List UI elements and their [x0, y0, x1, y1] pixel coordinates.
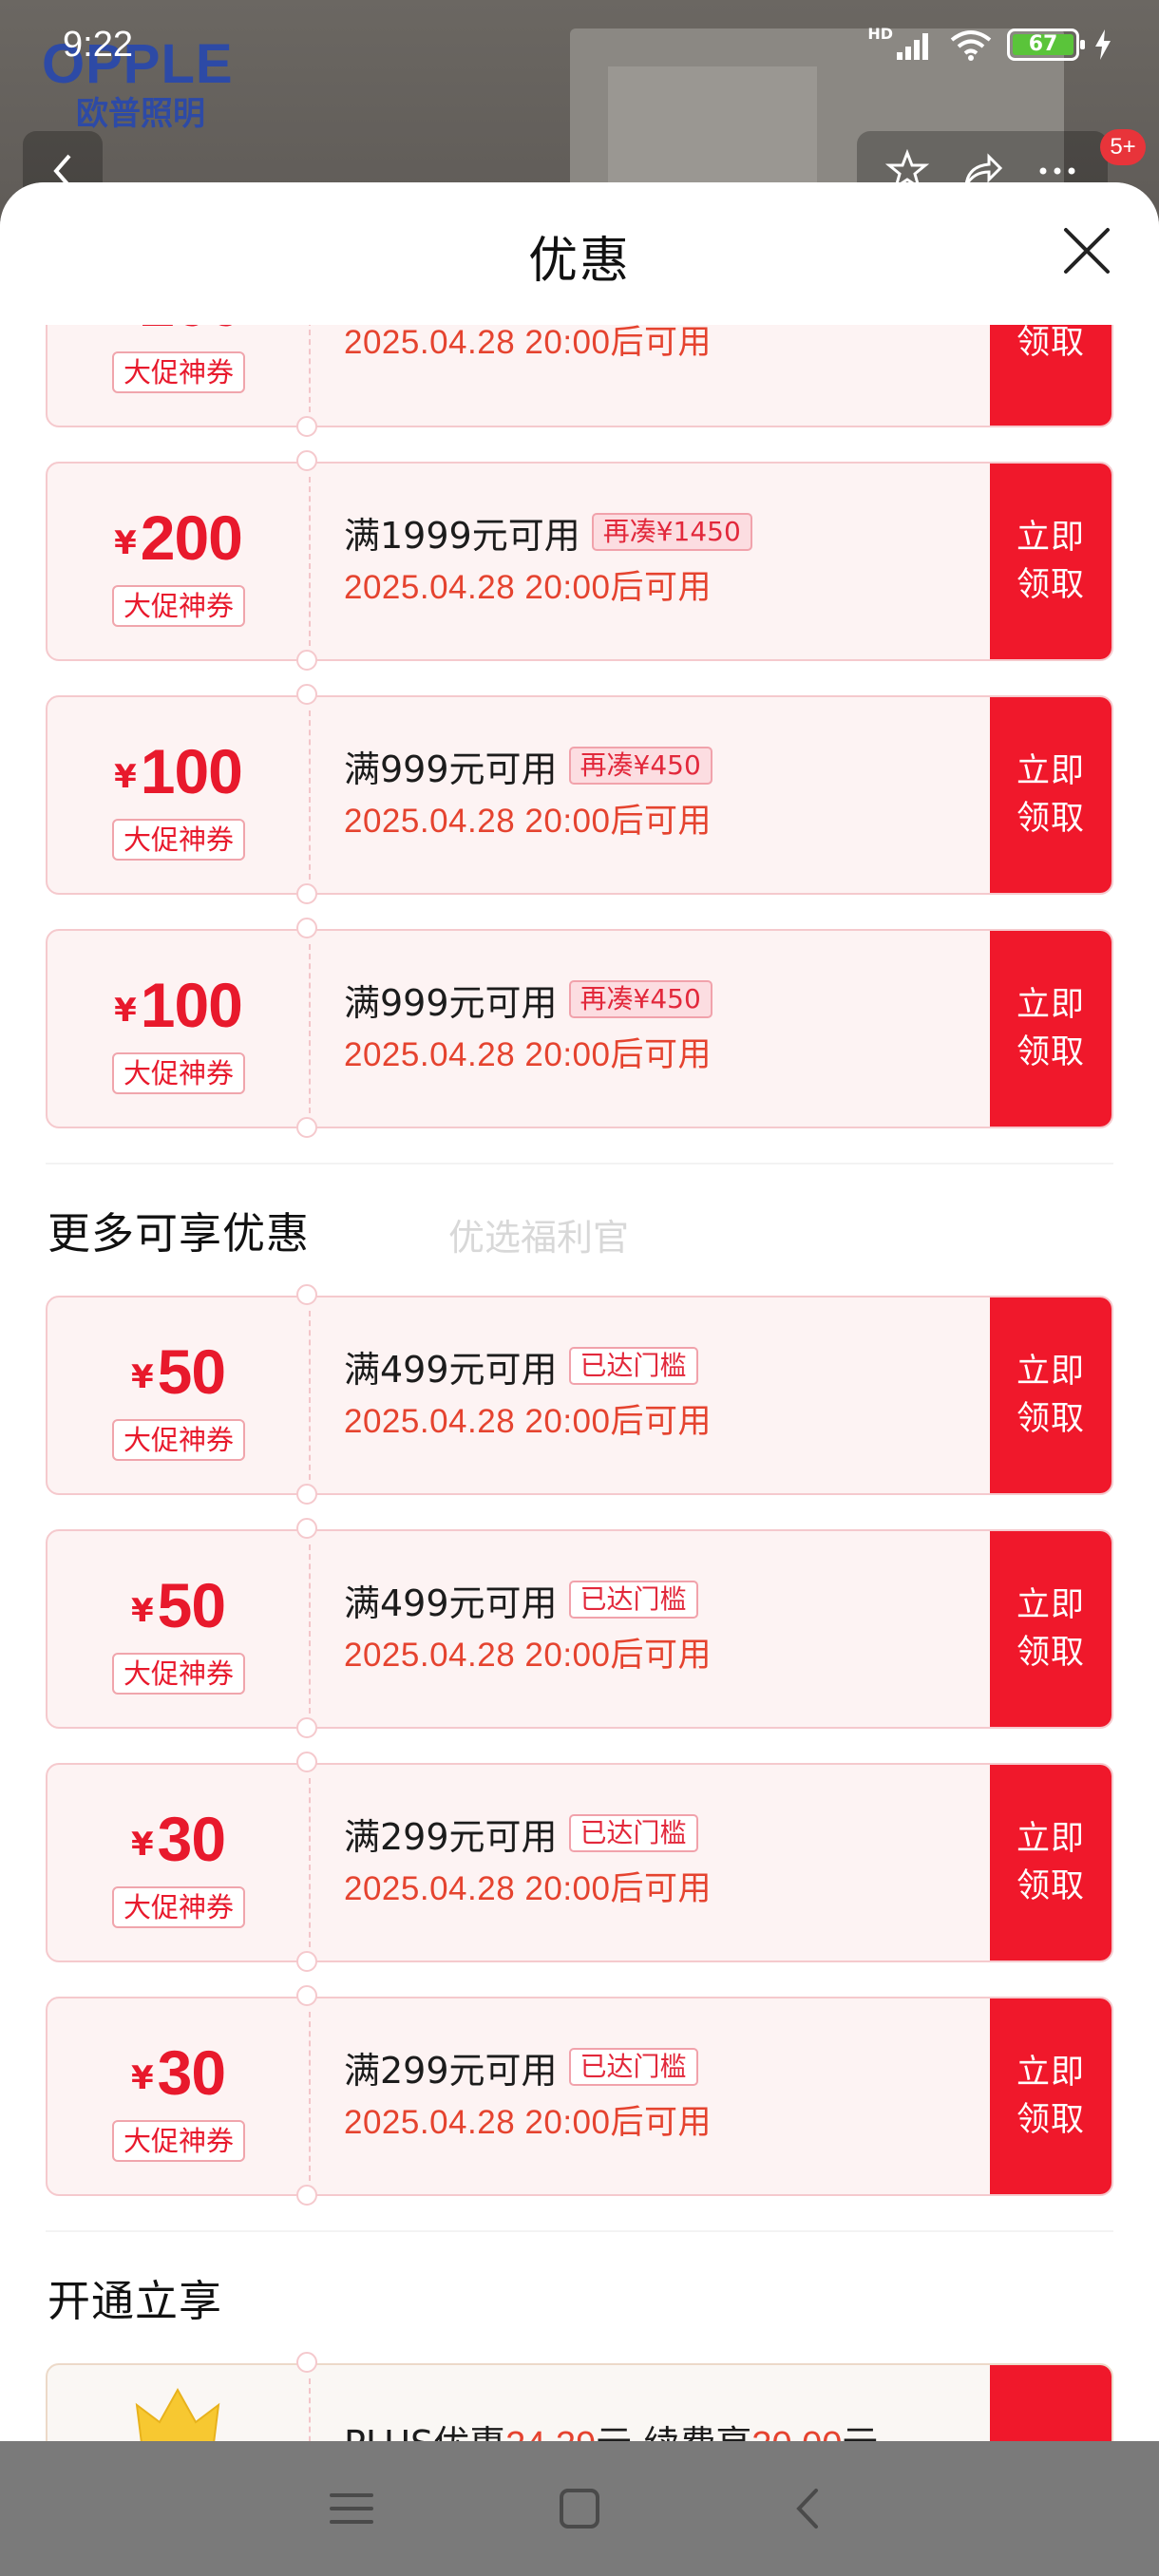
sheet-title: 优惠: [527, 233, 631, 290]
coupon-type-tag: 大促神券: [112, 585, 245, 627]
more-icon[interactable]: [1036, 161, 1079, 180]
claim-button[interactable]: 立即 领取: [990, 464, 1112, 659]
coupon-condition: 满999元可用: [344, 981, 558, 1024]
threshold-reached-tag: 已达门槛: [568, 1814, 698, 1852]
coupon-divider: [309, 1778, 311, 1947]
coupon-card: ¥100 大促神券 满999元可用 再凑¥450 2025.04.28 20:0…: [46, 684, 1113, 904]
threshold-reached-tag: 已达门槛: [568, 1347, 698, 1385]
home-button[interactable]: [542, 2471, 618, 2547]
coupon-condition: 满299元可用: [344, 1815, 558, 1858]
coupon-condition: 满999元可用: [344, 748, 558, 790]
coupon-date: 2025.04.28 20:00后可用: [344, 803, 712, 840]
coupon-sheet: ¥200 大促神券 2025.04.28 20:00后可用 领取 ¥200 大促…: [0, 182, 1159, 2441]
coupon-condition: 满499元可用: [344, 1348, 558, 1391]
section-title-more: 更多可享优惠: [48, 1208, 311, 1259]
coupon-date: 2025.04.28 20:00后可用: [344, 569, 712, 606]
coupon-type-tag: 大促神券: [112, 1653, 245, 1695]
coupon-amount: ¥50: [130, 1570, 226, 1640]
coupon-card: ¥200 大促神券 满1999元可用 再凑¥1450 2025.04.28 20…: [46, 450, 1113, 671]
menu-button[interactable]: [314, 2471, 390, 2547]
plus-card: PLUS优惠24.39元 续费享30.00元 立即: [46, 2352, 1113, 2441]
coupon-date: 2025.04.28 20:00后可用: [344, 2104, 712, 2141]
claim-button[interactable]: 立即 领取: [990, 931, 1112, 1127]
plus-offer-text: PLUS优惠24.39元 续费享30.00元: [344, 2415, 878, 2441]
top-up-tag: 再凑¥450: [568, 980, 712, 1018]
coupon-amount: ¥100: [114, 736, 243, 806]
battery-level: 67: [1013, 34, 1074, 55]
claim-button[interactable]: 立即 领取: [990, 697, 1112, 893]
coupon-list[interactable]: ¥200 大促神券 2025.04.28 20:00后可用 领取 ¥200 大促…: [0, 182, 1159, 2441]
back-nav-button[interactable]: [770, 2471, 846, 2547]
threshold-reached-tag: 已达门槛: [568, 1581, 698, 1619]
coupon-date: 2025.04.28 20:00后可用: [344, 1036, 712, 1073]
charging-bolt-icon: [1095, 29, 1111, 60]
coupon-type-tag: 大促神券: [112, 1419, 245, 1461]
coupon-divider: [309, 944, 311, 1113]
coupon-divider: [309, 710, 311, 880]
section-separator: [46, 1163, 1113, 1165]
coupon-date: 2025.04.28 20:00后可用: [344, 1403, 712, 1440]
coupon-amount: ¥30: [130, 1804, 226, 1874]
coupon-type-tag: 大促神券: [112, 1052, 245, 1094]
claim-button[interactable]: 立即 领取: [990, 1297, 1112, 1493]
back-arrow-icon: [796, 2489, 818, 2529]
coupon-condition: 满1999元可用: [344, 514, 580, 557]
coupon-divider: [309, 1311, 311, 1480]
coupon-card: ¥50 大促神券 满499元可用 已达门槛 2025.04.28 20:00后可…: [46, 1284, 1113, 1505]
claim-button[interactable]: 立即 领取: [990, 1531, 1112, 1727]
coupon-amount: ¥50: [130, 1336, 226, 1407]
network-hd-label: HD: [867, 24, 893, 43]
home-square-icon: [560, 2489, 599, 2529]
claim-button[interactable]: 立即 领取: [990, 1998, 1112, 2194]
coupon-amount: ¥200: [114, 502, 243, 573]
open-plus-button[interactable]: 立即: [990, 2365, 1112, 2441]
coupon-card: ¥30 大促神券 满299元可用 已达门槛 2025.04.28 20:00后可…: [46, 1985, 1113, 2206]
coupon-divider: [309, 2012, 311, 2181]
top-up-tag: 再凑¥1450: [591, 513, 752, 551]
signal-icon: [897, 33, 928, 60]
coupon-amount: ¥30: [130, 2037, 226, 2108]
section-separator: [46, 2230, 1113, 2232]
message-badge: 5+: [1100, 129, 1146, 165]
coupon-type-tag: 大促神券: [112, 2120, 245, 2162]
system-nav-bar: [0, 2441, 1159, 2576]
coupon-card: ¥30 大促神券 满299元可用 已达门槛 2025.04.28 20:00后可…: [46, 1752, 1113, 1972]
coupon-condition: 满299元可用: [344, 2049, 558, 2092]
coupon-divider: [309, 2378, 311, 2441]
coupon-date: 2025.04.28 20:00后可用: [344, 1637, 712, 1674]
close-icon[interactable]: [1058, 222, 1115, 279]
claim-button[interactable]: 立即 领取: [990, 1765, 1112, 1960]
coupon-card: ¥100 大促神券 满999元可用 再凑¥450 2025.04.28 20:0…: [46, 918, 1113, 1138]
coupon-divider: [309, 1544, 311, 1714]
crown-icon: [135, 2387, 220, 2441]
coupon-type-tag: 大促神券: [112, 1886, 245, 1928]
coupon-card: ¥50 大促神券 满499元可用 已达门槛 2025.04.28 20:00后可…: [46, 1518, 1113, 1738]
sheet-header: 优惠: [0, 182, 1159, 325]
wifi-icon: [950, 30, 992, 61]
status-time: 9:22: [63, 25, 133, 65]
menu-icon: [330, 2493, 373, 2524]
status-icons: HD 67: [867, 24, 1112, 61]
coupon-date: 2025.04.28 20:00后可用: [344, 1870, 712, 1907]
battery-icon: 67: [1007, 28, 1085, 61]
coupon-type-tag: 大促神券: [112, 819, 245, 861]
watermark-text: 优选福利官: [448, 1217, 630, 1259]
coupon-type-tag: 大促神券: [112, 351, 245, 393]
section-title-open: 开通立享: [48, 2276, 223, 2326]
coupon-condition: 满499元可用: [344, 1582, 558, 1624]
threshold-reached-tag: 已达门槛: [568, 2048, 698, 2086]
coupon-amount: ¥100: [114, 970, 243, 1040]
coupon-divider: [309, 477, 311, 646]
top-up-tag: 再凑¥450: [568, 747, 712, 785]
